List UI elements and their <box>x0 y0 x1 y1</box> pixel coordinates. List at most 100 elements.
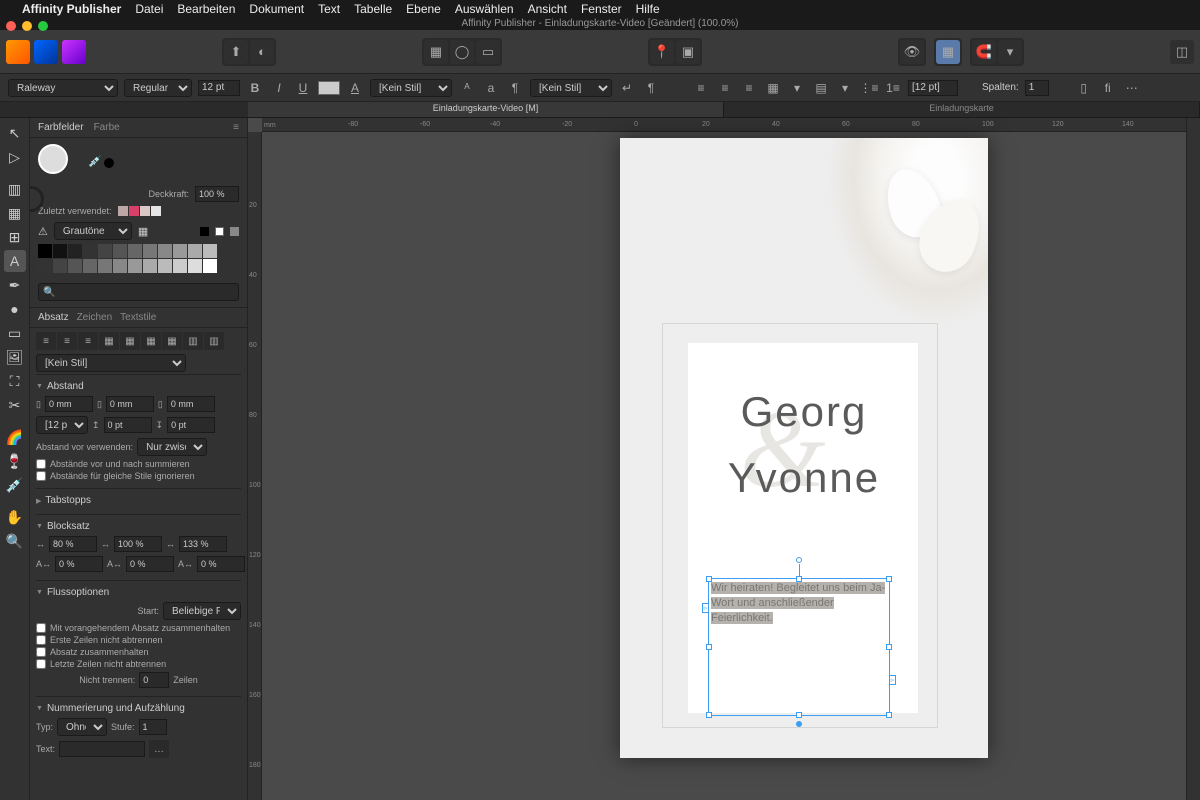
valign-dropdown-icon[interactable]: ▾ <box>836 79 854 97</box>
para-justify-center[interactable]: ▦ <box>120 332 140 350</box>
snap-dropdown-icon[interactable]: ▾ <box>998 40 1022 64</box>
recent-swatch[interactable] <box>129 206 139 216</box>
wordspace-opt[interactable] <box>114 536 162 552</box>
underline-button[interactable]: U <box>294 79 312 97</box>
wordspace-max[interactable] <box>179 536 227 552</box>
picture-frame-tool-icon[interactable]: 🖼 <box>4 346 26 368</box>
swatch[interactable] <box>53 244 67 258</box>
swatch[interactable] <box>173 259 187 273</box>
para-justify-all[interactable]: ▦ <box>162 332 182 350</box>
hyphenation-icon[interactable]: ↵ <box>618 79 636 97</box>
fields-icon[interactable]: ▭ <box>476 40 500 64</box>
names-block[interactable]: Georg Yvonne <box>620 388 988 502</box>
indent-left[interactable] <box>45 396 93 412</box>
para-justify-left[interactable]: ▦ <box>99 332 119 350</box>
right-dock[interactable] <box>1186 118 1200 800</box>
menu-hilfe[interactable]: Hilfe <box>636 2 660 16</box>
bold-button[interactable]: B <box>246 79 264 97</box>
letterspace-opt[interactable] <box>126 556 174 572</box>
start-select[interactable]: Beliebige Posi… <box>163 602 241 620</box>
numtext-input[interactable] <box>59 741 145 757</box>
float-icon[interactable]: ▣ <box>676 40 700 64</box>
swatch[interactable] <box>188 259 202 273</box>
tab-einladungskarte[interactable]: Einladungskarte <box>724 102 1200 117</box>
menu-auswaehlen[interactable]: Auswählen <box>455 2 514 16</box>
justify-button[interactable]: ▦ <box>764 79 782 97</box>
persona-designer-icon[interactable] <box>34 40 58 64</box>
baseline-handle[interactable] <box>796 721 802 727</box>
flow-in-port[interactable]: ▹ <box>702 603 709 613</box>
flow-out-port[interactable]: ▹ <box>889 675 896 685</box>
color-picker-tool-icon[interactable]: 💉 <box>4 474 26 496</box>
leading-select[interactable]: [12 pt] <box>36 416 88 434</box>
para-align-left[interactable]: ≡ <box>36 332 56 350</box>
handle-bl[interactable] <box>706 712 712 718</box>
swatch[interactable] <box>38 244 52 258</box>
body-text[interactable]: Wir heiraten! Begleitet uns beim Ja-Wort… <box>709 579 889 628</box>
show-special-icon[interactable]: ¶ <box>642 79 660 97</box>
fill-tool-icon[interactable]: 🌈 <box>4 426 26 448</box>
table-tool-icon[interactable]: ⊞ <box>4 226 26 248</box>
text-color-swatch[interactable] <box>318 81 340 95</box>
keep-together-check[interactable] <box>36 647 46 657</box>
para-away-spine[interactable]: ▥ <box>204 332 224 350</box>
menu-dokument[interactable]: Dokument <box>249 2 304 16</box>
textstyles-tab[interactable]: Textstile <box>120 312 156 323</box>
swatch[interactable] <box>158 244 172 258</box>
para-style-dropdown[interactable]: [Kein Stil] <box>36 354 186 372</box>
swatches-tab[interactable]: Farbfelder <box>38 122 84 133</box>
shape-tool-icon[interactable]: ● <box>4 298 26 320</box>
swatch[interactable] <box>113 259 127 273</box>
menu-fenster[interactable]: Fenster <box>581 2 622 16</box>
section-abstand[interactable]: Abstand <box>36 379 241 394</box>
page[interactable]: & Georg Yvonne ▹ ▹ Wir heiraten! Begleit… <box>620 138 988 758</box>
none-swatch[interactable] <box>200 227 209 236</box>
eyedropper-icon[interactable]: 💉 <box>88 155 102 168</box>
textframe-icon[interactable]: ▯ <box>1075 79 1093 97</box>
para-toward-spine[interactable]: ▥ <box>183 332 203 350</box>
preflight-icon[interactable]: ⬆ <box>224 40 248 64</box>
nohyph-input[interactable] <box>139 672 169 688</box>
move-tool-icon[interactable]: ↖ <box>4 122 26 144</box>
no-orphan-check[interactable] <box>36 659 46 669</box>
leading-input[interactable] <box>908 80 958 96</box>
sum-spacing-check[interactable] <box>36 459 46 469</box>
italic-button[interactable]: I <box>270 79 288 97</box>
align-left-button[interactable]: ≡ <box>692 79 710 97</box>
rectangle-tool-icon[interactable]: ▭ <box>4 322 26 344</box>
number-list-button[interactable]: 1≡ <box>884 79 902 97</box>
swatch[interactable] <box>98 244 112 258</box>
swatch[interactable] <box>98 259 112 273</box>
close-window[interactable] <box>6 21 16 31</box>
persona-publisher-icon[interactable] <box>6 40 30 64</box>
menu-tabelle[interactable]: Tabelle <box>354 2 392 16</box>
no-widow-check[interactable] <box>36 635 46 645</box>
space-before[interactable] <box>104 417 152 433</box>
vector-crop-tool-icon[interactable]: ✂ <box>4 394 26 416</box>
swatch[interactable] <box>173 244 187 258</box>
para-justify-right[interactable]: ▦ <box>141 332 161 350</box>
clip-canvas-icon[interactable]: ▦ <box>424 40 448 64</box>
menu-bearbeiten[interactable]: Bearbeiten <box>177 2 235 16</box>
indent-right[interactable] <box>106 396 154 412</box>
registration-swatch[interactable] <box>215 227 224 236</box>
canvas[interactable]: mm -80 -60 -40 -20 0 20 40 60 80 100 120… <box>248 118 1186 800</box>
subscript-icon[interactable]: a <box>482 79 500 97</box>
recent-swatch[interactable] <box>118 206 128 216</box>
letterspace-max[interactable] <box>197 556 245 572</box>
usebefore-select[interactable]: Nur zwischen… <box>137 438 207 456</box>
baseline-icon[interactable]: ◯ <box>450 40 474 64</box>
pen-tool-icon[interactable]: ✒ <box>4 274 26 296</box>
swatch[interactable] <box>83 244 97 258</box>
swatch[interactable] <box>203 259 217 273</box>
numtext-btn[interactable]: … <box>149 740 169 758</box>
para-align-right[interactable]: ≡ <box>78 332 98 350</box>
sample-swatch[interactable] <box>104 158 114 168</box>
fill-swatch[interactable] <box>38 144 68 174</box>
character-tab[interactable]: Zeichen <box>77 312 113 323</box>
swatch[interactable] <box>128 259 142 273</box>
indent-first[interactable] <box>167 396 215 412</box>
recent-swatch[interactable] <box>151 206 161 216</box>
font-size-input[interactable] <box>198 80 240 96</box>
handle-tl[interactable] <box>706 576 712 582</box>
